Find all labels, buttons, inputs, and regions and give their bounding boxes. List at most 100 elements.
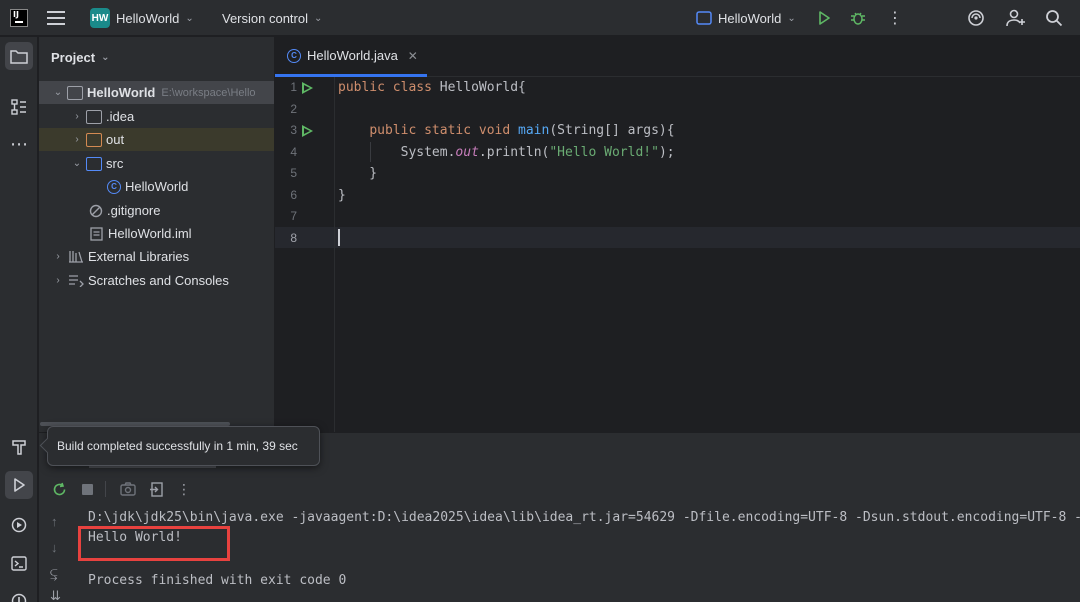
code-text: .println(	[478, 145, 550, 160]
screenshot-button[interactable]	[116, 477, 140, 501]
ai-assistant-button[interactable]	[967, 0, 985, 36]
build-tool-button[interactable]	[5, 433, 33, 461]
run-icon	[14, 478, 25, 492]
more-icon: ⋮	[887, 10, 903, 27]
export-button[interactable]	[144, 477, 168, 501]
run-icon	[819, 11, 830, 25]
chevron-down-icon: ⌄	[185, 12, 194, 24]
excluded-folder-icon	[86, 132, 102, 147]
code-line-3: public static void main(String[] args){	[338, 120, 674, 141]
tree-item-path: E:\workspace\Hello	[161, 86, 256, 99]
code-editor[interactable]: 1 2 3 4 5 6 7 8 public class HelloWorld{…	[275, 77, 1080, 432]
iml-file-icon	[90, 226, 103, 241]
tree-item-helloworld-class[interactable]: C HelloWorld	[39, 175, 274, 198]
line-number: 1	[290, 80, 297, 94]
debug-icon	[851, 12, 865, 25]
tree-item-gitignore[interactable]: .gitignore	[39, 199, 274, 222]
line-number: 4	[290, 145, 297, 159]
more-tools-button[interactable]: ⋯	[5, 130, 33, 158]
code-text: HelloWorld{	[439, 80, 526, 95]
scroll-down-icon[interactable]: ↓	[51, 540, 58, 555]
chevron-right-icon: ›	[56, 251, 60, 262]
run-class-gutter-icon[interactable]	[302, 82, 313, 94]
title-bar: HW HelloWorld ⌄ Version control ⌄ HelloW…	[0, 0, 1080, 36]
project-name: HelloWorld	[116, 10, 180, 26]
static-field: out	[455, 145, 479, 160]
structure-tool-button[interactable]	[5, 93, 33, 121]
java-class-icon: C	[287, 48, 301, 63]
java-class-icon: C	[107, 179, 121, 194]
source-folder-icon	[86, 156, 102, 171]
current-line-highlight	[275, 227, 1080, 248]
build-tooltip: Build completed successfully in 1 min, 3…	[47, 426, 320, 466]
chevron-down-icon: ⌄	[72, 158, 82, 169]
debug-button[interactable]	[850, 0, 866, 36]
code-line-6: }	[338, 188, 346, 203]
services-tool-button[interactable]	[5, 511, 33, 539]
run-toolbar: ⋮	[39, 472, 1080, 506]
code-text: System.	[400, 145, 456, 160]
export-icon	[149, 481, 163, 497]
problems-tool-button[interactable]	[5, 587, 33, 602]
project-panel-header[interactable]: Project ⌄	[39, 37, 274, 77]
stop-button[interactable]	[75, 477, 99, 501]
rerun-button[interactable]	[47, 477, 71, 501]
tree-item-helloworld-module[interactable]: ⌄ HelloWorld E:\workspace\Hello	[39, 81, 274, 104]
run-main-gutter-icon[interactable]	[302, 125, 313, 137]
keyword: public	[338, 80, 393, 95]
search-button[interactable]	[1045, 0, 1063, 36]
project-tool-button[interactable]	[5, 42, 33, 70]
line-number: 3	[290, 123, 297, 137]
camera-icon	[120, 482, 136, 496]
line-number: 7	[290, 209, 297, 223]
tab-helloworld-java[interactable]: C HelloWorld.java ✕	[275, 37, 427, 77]
more-button[interactable]: ⋮	[887, 0, 903, 36]
rerun-icon	[53, 482, 65, 495]
keyword: class	[392, 80, 440, 95]
tooltip-text: Build completed successfully in 1 min, 3…	[57, 439, 298, 453]
project-widget[interactable]: HW HelloWorld ⌄	[90, 0, 194, 36]
tree-item-external-libraries[interactable]: › External Libraries	[39, 245, 274, 268]
stop-icon	[81, 483, 93, 495]
tree-item-src[interactable]: ⌄ src	[39, 152, 274, 175]
code-with-me-button[interactable]	[1006, 0, 1026, 36]
run-button[interactable]	[817, 0, 831, 36]
scroll-to-end-icon[interactable]: ⇊	[50, 588, 61, 602]
terminal-tool-button[interactable]	[5, 549, 33, 577]
console-command-line: D:\jdk\jdk25\bin\java.exe -javaagent:D:\…	[88, 510, 1080, 525]
services-icon	[11, 517, 27, 533]
console-output[interactable]: D:\jdk\jdk25\bin\java.exe -javaagent:D:\…	[78, 506, 1080, 602]
editor-tab-bar: C HelloWorld.java ✕	[275, 37, 1080, 77]
project-panel: Project ⌄ ⌄ HelloWorld E:\workspace\Hell…	[39, 37, 274, 432]
tree-item-label: External Libraries	[88, 249, 190, 264]
run-tool-button[interactable]	[5, 471, 33, 499]
editor-gutter: 1 2 3 4 5 6 7 8	[275, 77, 335, 432]
string-literal: "Hello World!"	[549, 145, 659, 160]
chevron-right-icon: ›	[75, 134, 79, 145]
more-button[interactable]: ⋮	[172, 477, 196, 501]
tree-item-idea[interactable]: › .idea	[39, 105, 274, 128]
run-config-selector[interactable]: HelloWorld ⌄	[696, 0, 796, 36]
tree-item-label: HelloWorld	[125, 179, 189, 194]
keyword: public static void	[369, 123, 519, 138]
tree-item-scratches[interactable]: › Scratches and Consoles	[39, 269, 274, 292]
text-caret	[338, 229, 340, 246]
tree-item-iml[interactable]: HelloWorld.iml	[39, 222, 274, 245]
vcs-widget[interactable]: Version control ⌄	[222, 0, 322, 36]
run-side-toolbar: ↑ ↓ ⥹ ⇊	[39, 506, 78, 602]
chevron-right-icon: ›	[75, 111, 79, 122]
chevron-down-icon: ⌄	[53, 87, 63, 98]
close-icon[interactable]: ✕	[408, 49, 418, 63]
scroll-up-icon[interactable]: ↑	[51, 514, 58, 529]
soft-wrap-icon[interactable]: ⥹	[50, 566, 58, 582]
line-number: 2	[290, 102, 297, 116]
tree-item-out[interactable]: › out	[39, 128, 274, 151]
structure-icon	[11, 99, 26, 115]
tree-item-label: src	[106, 156, 124, 171]
tree-item-label: out	[106, 132, 125, 147]
code-line-1: public class HelloWorld{	[338, 77, 526, 98]
app-logo[interactable]	[10, 0, 28, 36]
folder-icon	[86, 109, 102, 124]
main-menu-button[interactable]	[47, 0, 65, 36]
console-exit-line: Process finished with exit code 0	[88, 573, 347, 588]
